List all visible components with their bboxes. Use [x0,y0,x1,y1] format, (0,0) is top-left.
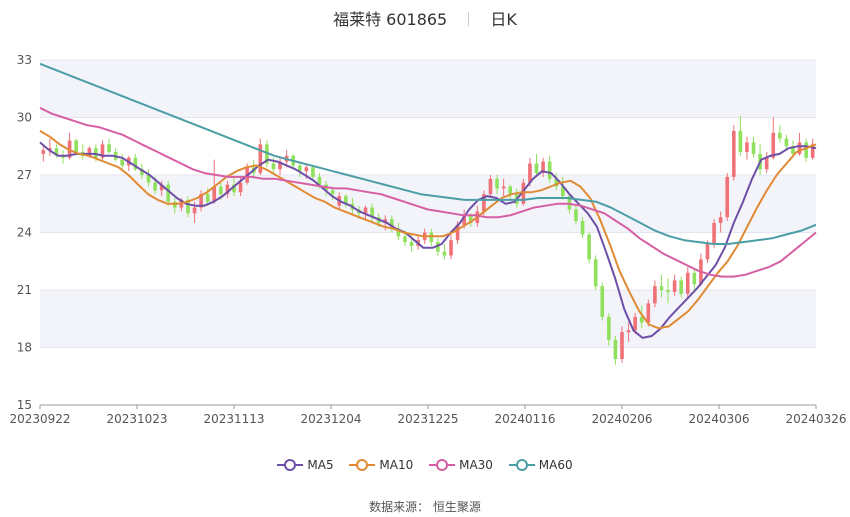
candle-body [633,316,637,331]
y-tick-label: 27 [17,168,32,182]
candle-body [258,144,263,174]
legend-label-ma5: MA5 [307,458,334,472]
y-tick-label: 21 [17,283,32,297]
candle-body [600,286,605,317]
candle-body [120,159,125,166]
x-tick-label: 20240206 [591,412,652,426]
candle-body [705,244,710,260]
legend-swatch-ma10 [349,459,376,471]
candle-body [153,182,157,191]
x-tick-label: 20240306 [688,412,749,426]
y-tick-label: 30 [17,111,32,125]
candle-body [738,130,743,152]
candle-body [192,207,197,214]
candle-body [205,194,210,202]
y-tick-label: 15 [17,398,32,412]
y-tick-label: 18 [17,341,32,355]
candle-body [547,161,552,179]
candle-body [107,144,111,152]
x-tick-label: 20240326 [785,412,846,426]
candle-body [580,221,585,235]
candle-body [646,303,651,323]
candle-body [672,280,677,292]
legend-swatch-ma5 [277,459,304,471]
x-tick-label: 20231225 [397,412,458,426]
candle-body [449,240,453,256]
candle-body [508,186,513,195]
y-tick-label: 24 [17,226,32,240]
x-tick-label: 20231204 [300,412,361,426]
candle-body [620,332,624,359]
candle-body [725,176,730,218]
candle-body [653,286,657,304]
candle-body [731,130,736,177]
candle-body [166,184,171,202]
y-tick-label: 33 [17,53,32,67]
legend-item-ma60[interactable]: MA60 [508,458,573,472]
candle-body [784,138,789,147]
legend-label-ma60: MA60 [538,458,573,472]
candle-body [692,272,697,285]
x-tick-label: 20231023 [106,412,167,426]
candle-body [574,209,578,221]
candle-body [311,167,315,177]
candle-body [659,286,664,290]
candle-body [718,217,723,223]
candle-body [685,272,690,294]
candle-body [712,222,716,244]
candle-body [403,236,407,243]
legend-label-ma10: MA10 [379,458,414,472]
candle-body [330,190,335,195]
candle-body [534,163,539,174]
candle-body [41,150,46,154]
candle-body [238,182,243,193]
legend-item-ma10[interactable]: MA10 [349,458,413,472]
candle-body [613,339,618,359]
x-tick-label: 20231113 [203,412,264,426]
legend-label-ma30: MA30 [459,458,493,472]
candle-body [501,186,506,189]
candle-body [271,163,276,170]
legend-swatch-ma30 [429,459,456,471]
legend-item-ma5[interactable]: MA5 [277,458,334,472]
candle-body [587,234,591,260]
candle-body [74,140,78,152]
candle-body [304,167,309,172]
data-source: 数据来源： 恒生聚源 [369,500,481,514]
candle-body [626,330,631,333]
candle-body [666,290,670,292]
x-tick-label: 20240116 [494,412,555,426]
candle-body [751,142,756,154]
candle-body [442,251,447,256]
candle-body [778,132,782,139]
candle-body [409,242,414,246]
candle-body [593,259,598,287]
legend-swatch-ma60 [508,459,535,471]
legend-item-ma30[interactable]: MA30 [429,458,493,472]
legend: MA5 MA10 MA30 MA60 [0,458,850,474]
x-tick-label: 20230922 [9,412,70,426]
candle-body [495,178,499,189]
candlestick-chart: 15 18 21 24 27 30 33 20230922 20231023 20231113 20… [9,53,846,426]
candle-body [607,316,611,340]
candle-body [488,178,493,195]
candle-body [219,186,223,195]
candle-body [764,157,769,170]
candle-body [679,280,683,294]
candle-body [804,142,808,158]
candle-body [745,142,749,152]
